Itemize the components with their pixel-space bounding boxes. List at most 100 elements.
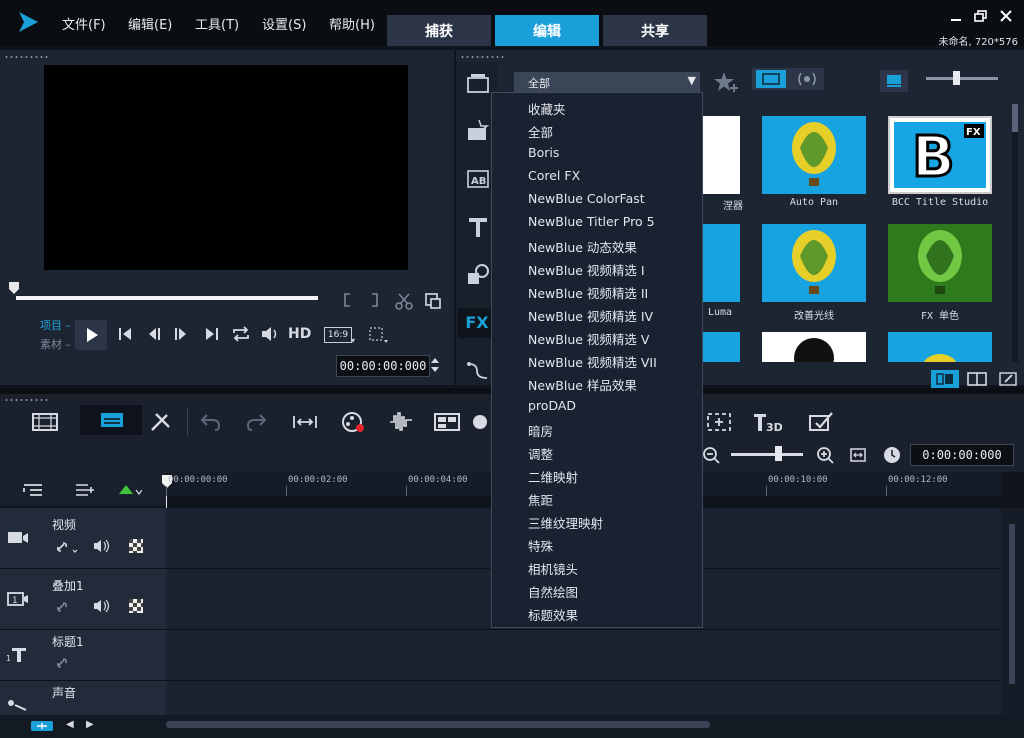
dropdown-item[interactable]: NewBlue 视频精选 V	[528, 329, 649, 348]
speaker-icon[interactable]	[92, 538, 112, 554]
track-manager-icon[interactable]	[22, 482, 44, 498]
restore-icon[interactable]	[973, 9, 989, 23]
tab-edit[interactable]: 编辑	[495, 15, 599, 46]
tab-capture[interactable]: 捕获	[387, 15, 491, 46]
menu-settings[interactable]: 设置(S)	[262, 14, 306, 33]
volume-icon[interactable]	[260, 325, 280, 343]
undo-icon[interactable]	[195, 408, 225, 436]
effect-thumbnail[interactable]	[702, 332, 740, 362]
dropdown-item[interactable]: 调整	[528, 444, 553, 463]
grid-view-icon[interactable]	[965, 370, 989, 388]
dropdown-item[interactable]: NewBlue 动态效果	[528, 237, 637, 256]
zoom-in-icon[interactable]	[816, 446, 834, 464]
add-favorite-icon[interactable]	[712, 70, 740, 94]
motion-tracking-icon[interactable]	[704, 408, 734, 436]
3d-title-icon[interactable]: 3D	[752, 408, 782, 436]
scrub-handle-icon[interactable]	[8, 281, 20, 295]
play-button[interactable]	[75, 320, 107, 350]
dropdown-item[interactable]: 自然绘图	[528, 582, 578, 601]
effect-thumbnail[interactable]	[762, 224, 866, 302]
slider-handle[interactable]	[953, 71, 960, 85]
dropdown-item[interactable]: NewBlue 视频精选 I	[528, 260, 645, 279]
record-capture-icon[interactable]	[338, 408, 368, 436]
storyboard-view-icon[interactable]	[30, 408, 60, 436]
title-icon[interactable]	[465, 214, 491, 240]
timeline-view-button[interactable]	[80, 405, 142, 435]
transparency-icon[interactable]	[128, 538, 144, 554]
dropdown-item[interactable]: 焦距	[528, 490, 553, 509]
mode-clip[interactable]: 素材 –	[40, 336, 71, 352]
graphic-icon[interactable]	[465, 262, 491, 288]
dropdown-item[interactable]: 特殊	[528, 536, 553, 555]
dropdown-item[interactable]: NewBlue Titler Pro 5	[528, 214, 655, 229]
color-grading-icon[interactable]	[470, 408, 492, 436]
redo-icon[interactable]	[242, 408, 272, 436]
previous-frame-button[interactable]	[146, 326, 164, 342]
show-video-icon[interactable]	[756, 70, 786, 88]
menu-edit[interactable]: 编辑(E)	[128, 14, 172, 33]
category-select[interactable]: 全部 ▼	[514, 72, 700, 92]
edit-icon[interactable]	[997, 370, 1019, 388]
library-layout-icon[interactable]	[931, 370, 959, 388]
mode-project[interactable]: 项目 –	[40, 317, 71, 333]
dropdown-item[interactable]: 标题效果	[528, 605, 578, 624]
add-chapter-icon[interactable]	[74, 482, 96, 498]
instant-project-icon[interactable]	[465, 118, 491, 144]
zoom-out-icon[interactable]	[702, 446, 720, 464]
transition-icon[interactable]: AB	[465, 166, 491, 192]
dropdown-item[interactable]: 相机镜头	[528, 559, 578, 578]
thumbnail-size-slider[interactable]	[926, 77, 998, 80]
multi-camera-icon[interactable]	[432, 408, 462, 436]
dropdown-item[interactable]: 收藏夹	[528, 99, 566, 118]
effect-thumbnail[interactable]	[762, 332, 866, 362]
preview-timecode[interactable]: 00:00:00:000	[336, 355, 430, 377]
dropdown-item[interactable]: NewBlue 视频精选 VII	[528, 352, 657, 371]
minimize-icon[interactable]	[948, 9, 964, 23]
mark-in-icon[interactable]	[342, 292, 352, 308]
timecode-stepper[interactable]	[430, 356, 440, 374]
menu-tools[interactable]: 工具(T)	[195, 14, 239, 33]
thumbnail-view-icon[interactable]	[880, 70, 908, 92]
link-icon[interactable]	[54, 598, 70, 614]
zoom-slider[interactable]	[731, 453, 803, 456]
link-icon[interactable]	[54, 654, 70, 670]
link-icon[interactable]	[54, 538, 82, 556]
show-audio-icon[interactable]	[794, 70, 820, 88]
media-library-icon[interactable]	[465, 70, 491, 96]
dropdown-item[interactable]: Corel FX	[528, 168, 580, 183]
zoom-slider-handle[interactable]	[775, 446, 782, 461]
aspect-ratio-button[interactable]: 16:9	[324, 327, 352, 343]
scroll-right-icon[interactable]: ▶	[86, 719, 94, 730]
effect-thumbnail[interactable]	[888, 224, 992, 302]
scrub-bar[interactable]	[16, 296, 318, 300]
speaker-icon[interactable]	[92, 598, 112, 614]
crop-icon[interactable]	[368, 326, 392, 344]
scroll-left-icon[interactable]: ◀	[66, 719, 74, 730]
tab-share[interactable]: 共享	[603, 15, 707, 46]
enlarge-preview-icon[interactable]	[424, 292, 442, 310]
effect-thumbnail[interactable]	[702, 224, 740, 302]
effect-thumbnail[interactable]: B FX	[888, 116, 992, 194]
home-button[interactable]	[116, 326, 134, 342]
dropdown-item[interactable]: Boris	[528, 145, 559, 160]
repeat-icon[interactable]	[231, 325, 251, 343]
next-frame-button[interactable]	[172, 326, 190, 342]
add-track-icon[interactable]	[30, 719, 54, 733]
dropdown-item[interactable]: NewBlue 样品效果	[528, 375, 637, 394]
hd-preview-button[interactable]: HD	[288, 326, 311, 342]
dropdown-item[interactable]: proDAD	[528, 398, 576, 413]
subtitle-editor-icon[interactable]	[806, 408, 836, 436]
dropdown-item[interactable]: 三维纹理映射	[528, 513, 603, 532]
library-scrollbar[interactable]	[1012, 104, 1018, 362]
path-icon[interactable]	[465, 358, 491, 384]
track-lane-voice[interactable]	[166, 681, 1001, 716]
timeline-vscroll-thumb[interactable]	[1009, 524, 1015, 684]
fit-timeline-icon[interactable]	[849, 446, 867, 464]
dropdown-item[interactable]: NewBlue 视频精选 II	[528, 283, 648, 302]
sound-mixer-icon[interactable]	[386, 408, 416, 436]
dropdown-item[interactable]: 暗房	[528, 421, 553, 440]
ripple-edit-icon[interactable]	[116, 482, 142, 498]
effect-thumbnail[interactable]	[702, 116, 740, 194]
end-button[interactable]	[203, 326, 221, 342]
menu-file[interactable]: 文件(F)	[62, 14, 106, 33]
